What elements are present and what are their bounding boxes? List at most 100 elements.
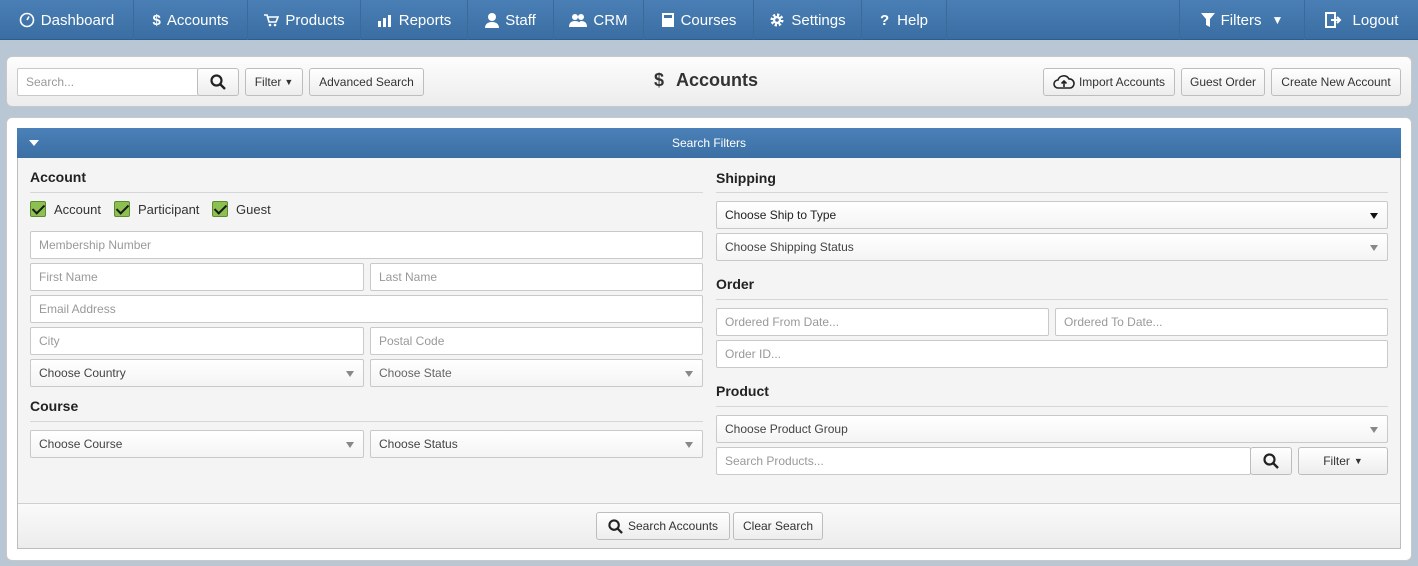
search-filters-title: Search Filters (671, 136, 747, 150)
top-nav: Dashboard $ Accounts Products Reports St… (0, 0, 1418, 40)
order-divider (716, 299, 1388, 300)
nav-dashboard[interactable]: Dashboard (0, 0, 134, 40)
cloud-upload-icon (1053, 75, 1075, 89)
participant-checkbox[interactable] (114, 201, 130, 217)
ordered-from-date-input[interactable] (716, 308, 1049, 336)
nav-courses-label: Courses (680, 11, 737, 29)
course-section-title: Course (30, 398, 79, 414)
advanced-search-button[interactable]: Advanced Search (309, 68, 424, 96)
caret-down-icon: ▼ (284, 77, 294, 87)
product-section-title: Product (716, 383, 769, 399)
product-group-select-value: Choose Product Group (725, 422, 848, 436)
nav-products[interactable]: Products (248, 0, 361, 40)
create-account-button[interactable]: Create New Account (1271, 68, 1401, 96)
search-filters-header[interactable]: Search Filters (17, 128, 1401, 158)
nav-dashboard-label: Dashboard (40, 11, 115, 29)
dropdown-arrow-icon (1370, 427, 1378, 433)
guest-checkbox-label: Guest (236, 202, 271, 217)
guest-order-label: Guest Order (1189, 75, 1257, 89)
nav-settings[interactable]: Settings (754, 0, 862, 40)
ordered-to-date-input[interactable] (1055, 308, 1388, 336)
search-products-input[interactable] (716, 447, 1251, 475)
caret-down-icon: ▼ (1271, 13, 1284, 27)
product-filter-button[interactable]: Filter ▼ (1298, 447, 1388, 475)
course-select[interactable]: Choose Course (30, 430, 364, 458)
order-section-title: Order (716, 276, 755, 292)
postal-code-input[interactable] (370, 327, 703, 355)
search-products-button[interactable] (1250, 447, 1292, 475)
user-icon (485, 13, 500, 28)
state-select[interactable]: Choose State (370, 359, 703, 387)
chart-icon (377, 15, 391, 27)
account-checkbox-label: Account (54, 202, 101, 217)
gear-icon (770, 13, 784, 27)
search-icon (1263, 453, 1279, 469)
order-id-input[interactable] (716, 340, 1388, 368)
first-name-input[interactable] (30, 263, 364, 291)
email-input[interactable] (30, 295, 703, 323)
cart-icon (264, 14, 280, 27)
shipping-section-title: Shipping (716, 170, 776, 186)
dashboard-icon (19, 12, 35, 28)
nav-logout[interactable]: Logout (1305, 0, 1418, 40)
nav-filters[interactable]: Filters ▼ (1179, 0, 1305, 40)
nav-help-label: Help (897, 11, 929, 29)
city-input[interactable] (30, 327, 364, 355)
nav-accounts[interactable]: $ Accounts (134, 0, 248, 40)
account-divider (30, 192, 703, 193)
guest-checkbox[interactable] (212, 201, 228, 217)
import-accounts-button[interactable]: Import Accounts (1043, 68, 1175, 96)
book-icon (661, 13, 674, 27)
page-title-text: Accounts (676, 70, 759, 90)
course-select-value: Choose Course (39, 437, 123, 451)
nav-reports[interactable]: Reports (361, 0, 468, 40)
guest-order-button[interactable]: Guest Order (1181, 68, 1265, 96)
search-button[interactable] (197, 68, 239, 96)
product-group-select[interactable]: Choose Product Group (716, 415, 1388, 443)
caret-down-icon: ▼ (1353, 456, 1363, 466)
dropdown-arrow-icon (1370, 245, 1378, 251)
collapse-caret-icon (29, 140, 39, 146)
nav-staff[interactable]: Staff (468, 0, 554, 40)
clear-search-button[interactable]: Clear Search (733, 512, 823, 540)
ship-status-select[interactable]: Choose Shipping Status (716, 233, 1388, 261)
nav-courses[interactable]: Courses (644, 0, 754, 40)
dropdown-arrow-icon (346, 442, 354, 448)
country-select[interactable]: Choose Country (30, 359, 364, 387)
status-select[interactable]: Choose Status (370, 430, 703, 458)
dropdown-arrow-icon (685, 371, 693, 377)
nav-staff-label: Staff (505, 11, 536, 29)
clear-search-label: Clear Search (742, 519, 814, 533)
advanced-search-label: Advanced Search (319, 75, 414, 89)
ship-type-select[interactable]: Choose Ship to Type (716, 201, 1388, 229)
status-select-value: Choose Status (379, 437, 458, 451)
nav-help[interactable]: ? Help (862, 0, 947, 40)
filter-button-label: Filter (254, 75, 282, 89)
search-accounts-button[interactable]: Search Accounts (596, 512, 730, 540)
funnel-icon (1200, 13, 1215, 27)
search-accounts-label: Search Accounts (627, 519, 719, 533)
search-icon (608, 518, 623, 534)
state-select-value: Choose State (379, 366, 452, 380)
membership-number-input[interactable] (30, 231, 703, 259)
participant-checkbox-label: Participant (138, 202, 200, 217)
logout-icon (1324, 12, 1341, 28)
product-divider (716, 406, 1388, 407)
page-title: $ Accounts (654, 70, 758, 91)
search-icon (210, 74, 226, 90)
ship-status-select-value: Choose Shipping Status (725, 240, 854, 254)
country-select-value: Choose Country (39, 366, 126, 380)
nav-logout-label: Logout (1352, 11, 1399, 29)
dropdown-arrow-icon (1370, 213, 1378, 219)
last-name-input[interactable] (370, 263, 703, 291)
nav-crm[interactable]: CRM (554, 0, 644, 40)
filter-button[interactable]: Filter ▼ (245, 68, 303, 96)
account-checkbox[interactable] (30, 201, 46, 217)
dollar-icon: $ (152, 11, 161, 29)
nav-accounts-label: Accounts (166, 11, 229, 29)
nav-crm-label: CRM (593, 11, 628, 29)
dropdown-arrow-icon (685, 442, 693, 448)
search-input[interactable] (17, 68, 199, 96)
nav-filters-label: Filters (1220, 11, 1262, 29)
shipping-divider (716, 192, 1388, 193)
